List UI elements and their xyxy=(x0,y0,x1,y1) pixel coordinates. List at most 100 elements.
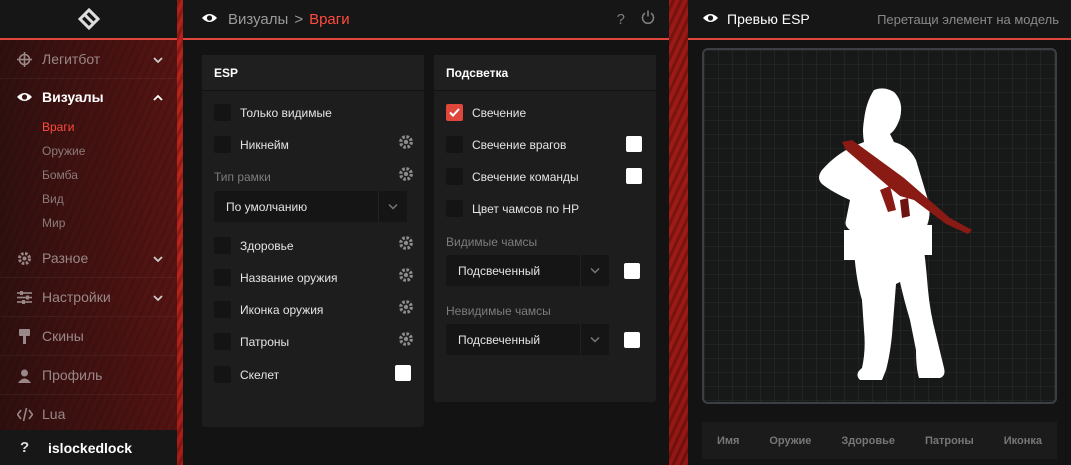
skeleton-label: Скелет xyxy=(240,367,280,382)
sidebar-subitem-bomb[interactable]: Бомба xyxy=(0,163,177,187)
gear-icon[interactable] xyxy=(398,235,414,251)
ammo-toggle[interactable]: Патроны xyxy=(214,333,289,350)
box-type-select[interactable]: По умолчанию xyxy=(214,191,407,222)
weapon-icon-toggle[interactable]: Иконка оружия xyxy=(214,301,323,318)
preview-tabs: Имя Оружие Здоровье Патроны Иконка xyxy=(702,422,1057,459)
sidebar-item-label: Разное xyxy=(42,250,89,266)
team-glow-toggle[interactable]: Свечение команды xyxy=(446,168,579,185)
gear-icon[interactable] xyxy=(398,331,414,347)
only-visible-toggle[interactable]: Только видимые xyxy=(214,104,332,121)
chams-hp-toggle[interactable]: Цвет чамсов по HP xyxy=(446,200,579,217)
weapon-icon-label: Иконка оружия xyxy=(240,302,324,317)
chevron-up-icon xyxy=(153,89,163,105)
model-preview[interactable] xyxy=(702,48,1057,404)
sidebar-item-label: Настройки xyxy=(42,289,111,305)
weapon-name-toggle[interactable]: Название оружия xyxy=(214,269,338,286)
preview-title: Превью ESP xyxy=(727,11,810,27)
sidebar-item-label: Скины xyxy=(42,328,84,344)
checkbox[interactable] xyxy=(214,269,231,286)
health-label: Здоровье xyxy=(240,238,294,253)
checkmark-icon xyxy=(449,108,460,117)
checkbox[interactable] xyxy=(214,333,231,350)
power-icon[interactable] xyxy=(641,10,655,28)
sidebar-item-label: Lua xyxy=(42,406,66,422)
box-type-label: Тип рамки xyxy=(214,170,271,184)
chevron-down-icon xyxy=(153,289,163,305)
sidebar-item-profile[interactable]: Профиль xyxy=(0,356,177,395)
sidebar-subitem-weapons[interactable]: Оружие xyxy=(0,139,177,163)
checkbox[interactable] xyxy=(446,168,463,185)
profile-icon xyxy=(16,367,33,384)
sidebar: Легитбот Визуалы Враги Оружие Бомба Вид … xyxy=(0,0,177,465)
sidebar-item-label: Легитбот xyxy=(42,51,101,67)
checkbox[interactable] xyxy=(214,136,231,153)
brand-logo-icon xyxy=(77,7,100,31)
nickname-label: Никнейм xyxy=(240,137,289,152)
sidebar-item-skins[interactable]: Скины xyxy=(0,317,177,356)
main-header: Визуалы > Враги ? xyxy=(183,0,669,40)
avatar: ? xyxy=(20,439,30,456)
help-icon[interactable]: ? xyxy=(617,11,625,28)
checkbox[interactable] xyxy=(446,136,463,153)
invisible-chams-select[interactable]: Подсвеченный xyxy=(446,324,609,355)
checkbox[interactable] xyxy=(214,237,231,254)
main-panel: Визуалы > Враги ? ESP Только видимые Ник… xyxy=(183,0,669,465)
ammo-label: Патроны xyxy=(240,334,290,349)
enemy-glow-toggle[interactable]: Свечение врагов xyxy=(446,136,566,153)
sidebar-item-legitbot[interactable]: Легитбот xyxy=(0,40,177,79)
checkbox-checked[interactable] xyxy=(446,104,463,121)
box-type-value: По умолчанию xyxy=(226,199,308,214)
chevron-down-icon xyxy=(580,324,609,355)
preview-header: Превью ESP Перетащи элемент на модель xyxy=(688,0,1071,40)
glow-label: Свечение xyxy=(472,105,527,120)
preview-panel: Превью ESP Перетащи элемент на модель Им… xyxy=(688,0,1071,465)
invisible-chams-value: Подсвеченный xyxy=(458,332,541,347)
tab-name[interactable]: Имя xyxy=(717,435,739,447)
tab-icon[interactable]: Иконка xyxy=(1004,435,1042,447)
sliders-icon xyxy=(16,289,33,306)
username: islockedlock xyxy=(48,439,133,456)
sidebar-item-misc[interactable]: Разное xyxy=(0,239,177,278)
skeleton-color-swatch[interactable] xyxy=(395,365,411,381)
breadcrumb-current: Враги xyxy=(309,10,350,28)
tab-health[interactable]: Здоровье xyxy=(841,435,895,447)
breadcrumb-separator: > xyxy=(294,10,304,28)
sidebar-subitem-enemies[interactable]: Враги xyxy=(0,115,177,139)
gear-icon[interactable] xyxy=(398,299,414,315)
sidebar-item-lua[interactable]: Lua xyxy=(0,395,177,434)
crosshair-icon xyxy=(16,51,33,68)
glow-panel: Подсветка Свечение Свечение врагов Свече… xyxy=(434,55,656,402)
sidebar-subitem-world[interactable]: Мир xyxy=(0,211,177,235)
user-bar[interactable]: ? islockedlock xyxy=(0,430,177,465)
checkbox[interactable] xyxy=(214,366,231,383)
sidebar-subitem-view[interactable]: Вид xyxy=(0,187,177,211)
gear-icon[interactable] xyxy=(398,166,414,182)
gear-icon[interactable] xyxy=(398,134,414,150)
sidebar-item-visuals[interactable]: Визуалы xyxy=(0,79,177,115)
tab-ammo[interactable]: Патроны xyxy=(925,435,974,447)
chevron-down-icon xyxy=(580,255,609,286)
tab-weapon[interactable]: Оружие xyxy=(769,435,811,447)
sidebar-item-settings[interactable]: Настройки xyxy=(0,278,177,317)
enemy-glow-color-swatch[interactable] xyxy=(626,136,642,152)
enemy-glow-label: Свечение врагов xyxy=(472,137,567,152)
breadcrumb-root[interactable]: Визуалы xyxy=(228,11,288,28)
gear-icon[interactable] xyxy=(398,267,414,283)
checkbox[interactable] xyxy=(446,200,463,217)
sidebar-item-label: Профиль xyxy=(42,367,103,383)
preview-hint: Перетащи элемент на модель xyxy=(877,11,1059,27)
skeleton-toggle[interactable]: Скелет xyxy=(214,366,279,383)
glow-toggle[interactable]: Свечение xyxy=(446,104,526,121)
invisible-chams-color-swatch[interactable] xyxy=(624,332,640,348)
nickname-toggle[interactable]: Никнейм xyxy=(214,136,289,153)
health-toggle[interactable]: Здоровье xyxy=(214,237,294,254)
chevron-down-icon xyxy=(153,250,163,266)
brush-icon xyxy=(16,328,33,345)
checkbox[interactable] xyxy=(214,301,231,318)
code-icon xyxy=(16,406,33,423)
checkbox[interactable] xyxy=(214,104,231,121)
team-glow-color-swatch[interactable] xyxy=(626,168,642,184)
esp-panel-title: ESP xyxy=(202,55,424,91)
visible-chams-color-swatch[interactable] xyxy=(624,263,640,279)
visible-chams-select[interactable]: Подсвеченный xyxy=(446,255,609,286)
